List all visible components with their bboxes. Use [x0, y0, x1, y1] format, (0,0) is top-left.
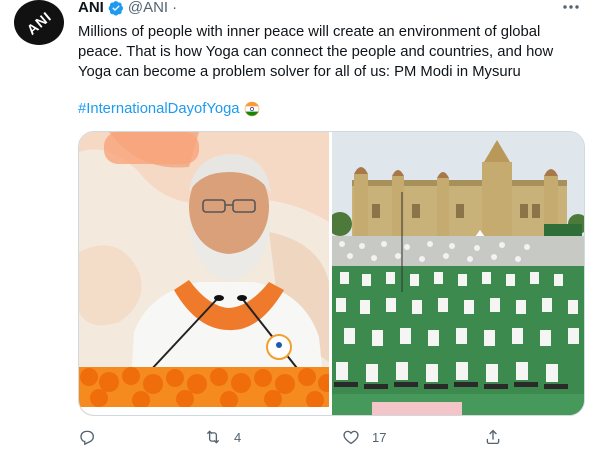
share-button[interactable]	[484, 425, 514, 449]
more-options-icon[interactable]	[561, 0, 581, 14]
mysuru-palace-yoga-photo[interactable]	[332, 132, 584, 415]
avatar[interactable]: ANI	[14, 0, 64, 45]
verified-badge-icon	[108, 1, 123, 16]
hashtag-line: #InternationalDayofYoga	[78, 99, 260, 119]
retweet-count: 4	[234, 429, 242, 445]
reply-button[interactable]	[78, 425, 108, 449]
like-count: 17	[372, 429, 387, 445]
tweet-header: ANI @ANI ·	[78, 0, 177, 16]
retweet-button[interactable]: 4	[204, 425, 241, 449]
author-handle[interactable]: @ANI	[128, 0, 168, 16]
media-grid[interactable]	[78, 131, 585, 416]
tweet-actions: 4 17	[78, 425, 558, 449]
pm-modi-speaking-photo[interactable]	[79, 132, 329, 415]
ani-logo-icon: ANI	[23, 8, 55, 38]
author-name[interactable]: ANI	[78, 0, 104, 16]
heart-icon	[343, 430, 359, 445]
hashtag-link[interactable]: #InternationalDayofYoga	[78, 99, 240, 119]
like-button[interactable]: 17	[342, 425, 386, 449]
retweet-icon	[206, 430, 220, 444]
india-flag-circle-icon	[244, 101, 259, 117]
tweet-text: Millions of people with inner peace will…	[78, 24, 554, 80]
tweet[interactable]: ANI ANI @ANI · Millions of people with i…	[0, 0, 595, 455]
share-icon	[486, 429, 500, 445]
separator-dot: ·	[172, 0, 178, 16]
reply-icon	[80, 430, 94, 446]
